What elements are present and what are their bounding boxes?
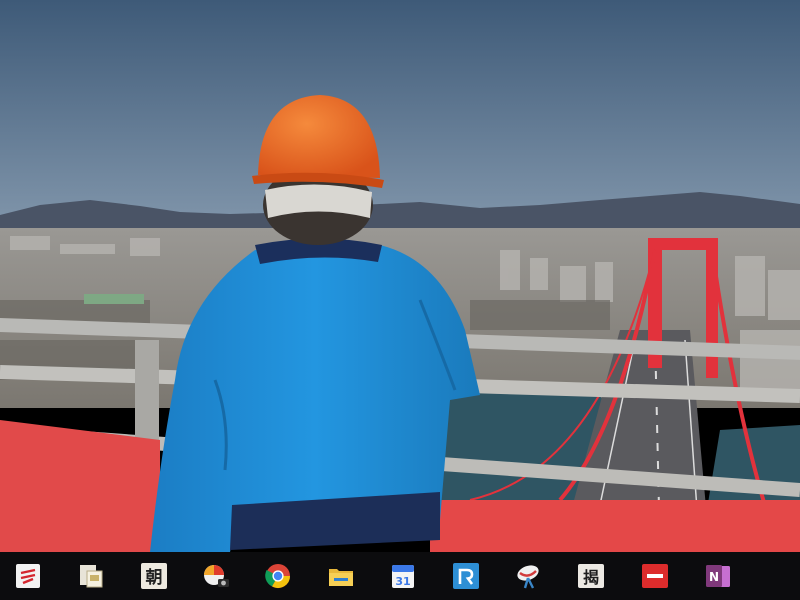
satellite-dish-icon — [517, 565, 539, 589]
green-roof — [84, 294, 144, 304]
calendar-day: 31 — [395, 575, 410, 588]
taskbar-app-calendar[interactable]: 31 — [385, 558, 421, 594]
taskbar-app-red-minus[interactable] — [637, 558, 673, 594]
taskbar: 朝 31 揭 N — [0, 552, 800, 600]
chrome-icon — [265, 564, 290, 589]
dictionary-icon: 揭 — [578, 564, 604, 588]
taskbar-app-dictionary[interactable]: 揭 — [573, 558, 609, 594]
folder-icon — [329, 569, 353, 586]
camera-icon — [204, 565, 229, 587]
blue-r-icon — [453, 563, 479, 589]
taskbar-app-red-doc[interactable] — [10, 558, 46, 594]
taskbar-app-chrome[interactable] — [260, 558, 296, 594]
taskbar-app-file-explorer[interactable] — [323, 558, 359, 594]
red-minus-icon — [642, 564, 668, 588]
desktop-wallpaper — [0, 0, 800, 552]
taskbar-app-blue-r[interactable] — [448, 558, 484, 594]
photo-viewer-icon — [80, 565, 103, 588]
onenote-icon: N — [706, 565, 730, 587]
taskbar-app-camera[interactable] — [198, 558, 234, 594]
newspaper-icon: 朝 — [141, 563, 167, 589]
dictionary-glyph: 揭 — [583, 568, 599, 587]
onenote-letter: N — [709, 570, 719, 584]
taskbar-app-photo-viewer[interactable] — [73, 558, 109, 594]
taskbar-app-asahi[interactable]: 朝 — [136, 558, 172, 594]
asahi-glyph: 朝 — [146, 567, 163, 588]
taskbar-app-satellite[interactable] — [511, 558, 547, 594]
red-deck — [0, 420, 160, 552]
calendar-icon: 31 — [392, 565, 414, 588]
red-document-icon — [16, 564, 40, 588]
taskbar-app-onenote[interactable]: N — [700, 558, 736, 594]
